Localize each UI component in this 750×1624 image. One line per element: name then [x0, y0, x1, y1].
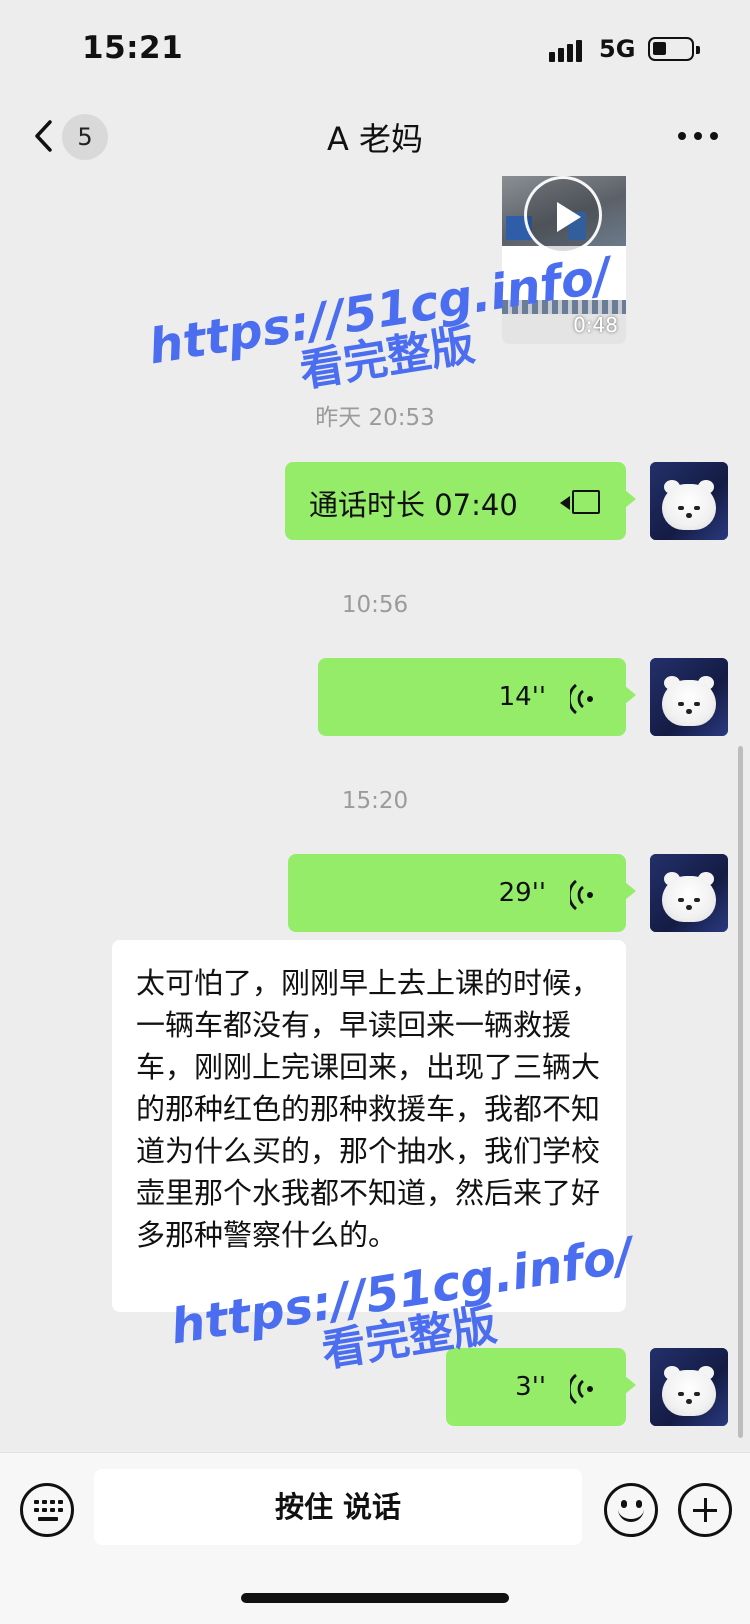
avatar[interactable]: [650, 854, 728, 932]
avatar[interactable]: [650, 1348, 728, 1426]
voice-wave-icon: [570, 683, 593, 715]
home-indicator[interactable]: [241, 1593, 509, 1603]
more-options-icon[interactable]: [678, 132, 718, 142]
play-icon[interactable]: [524, 176, 602, 254]
input-bar: 按住 说话: [0, 1452, 750, 1624]
back-chevron-icon[interactable]: [28, 116, 62, 156]
message-text: 太可怕了，刚刚早上去上课的时候，一辆车都没有，早读回来一辆救援车，刚刚上完课回来…: [136, 966, 601, 1252]
network-type: 5G: [599, 35, 636, 63]
emoji-icon[interactable]: [604, 1483, 658, 1537]
call-record-bubble[interactable]: 通话时长 07:40: [285, 462, 636, 540]
chat-header: A 老妈 5: [0, 96, 750, 176]
plus-icon[interactable]: [678, 1483, 732, 1537]
avatar[interactable]: [650, 462, 728, 540]
video-call-icon: [560, 490, 600, 516]
chat-title: A 老妈: [326, 120, 424, 158]
voice-duration: 3'': [515, 1372, 546, 1402]
status-time: 15:21: [82, 30, 184, 66]
signal-icon: [549, 40, 587, 62]
timestamp: 昨天 20:53: [315, 405, 435, 431]
unread-count-badge[interactable]: 5: [62, 114, 108, 160]
voice-message-bubble[interactable]: 14'': [318, 658, 636, 736]
watermark: https://51cg.info/ 看完整版: [145, 247, 621, 418]
keyboard-icon[interactable]: [20, 1483, 74, 1537]
battery-icon: [648, 37, 700, 61]
scrollbar[interactable]: [738, 746, 743, 1438]
message-list[interactable]: 0:48 昨天 20:53 通话时长 07:40 10:56 14'' 15:2…: [0, 176, 750, 1452]
voice-duration: 29'': [498, 878, 546, 908]
voice-message-bubble[interactable]: 3'': [446, 1348, 636, 1426]
call-duration-text: 通话时长 07:40: [309, 488, 518, 522]
chat-screen: 15:21 5G A 老妈 5 0:48 昨天 20:53 通话时长 07:40…: [0, 0, 750, 1624]
timestamp: 10:56: [341, 592, 409, 618]
voice-wave-icon: [570, 1373, 593, 1405]
voice-duration: 14'': [498, 682, 546, 712]
timestamp: 15:20: [341, 788, 409, 814]
voice-message-bubble[interactable]: 29'': [288, 854, 636, 932]
hold-to-talk-button[interactable]: 按住 说话: [94, 1469, 582, 1545]
voice-wave-icon: [570, 879, 593, 911]
avatar[interactable]: [650, 658, 728, 736]
status-bar: 15:21 5G: [0, 0, 750, 96]
